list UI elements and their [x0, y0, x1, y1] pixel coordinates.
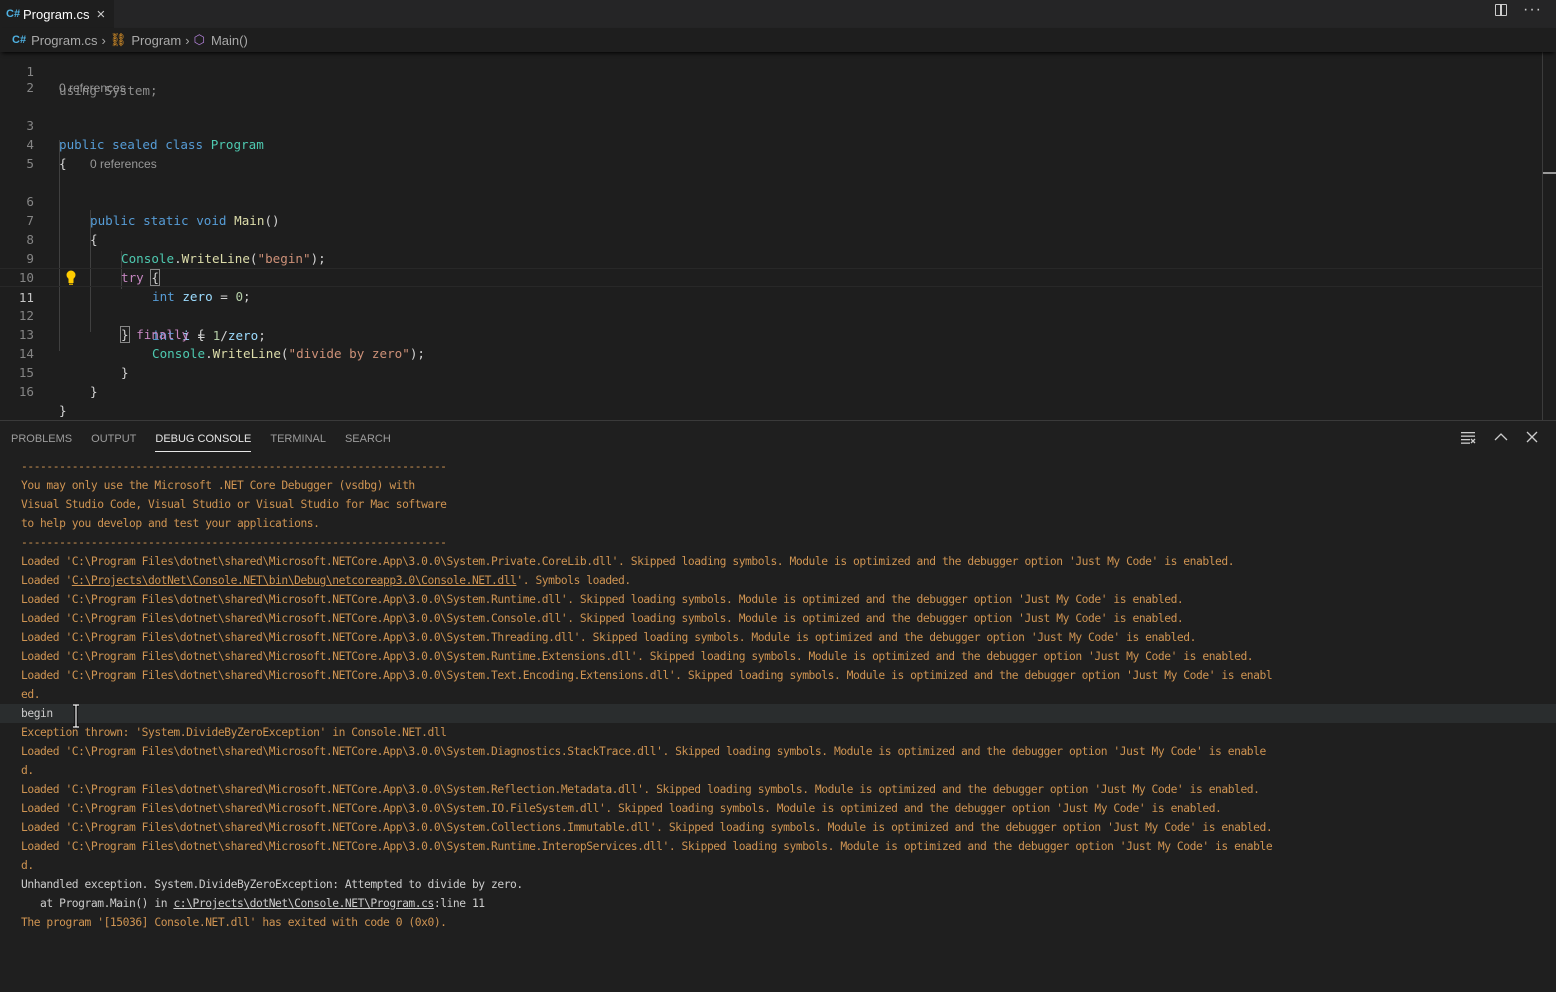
console-line: to help you develop and test your applic… [21, 517, 320, 530]
breadcrumb-label: Main() [210, 32, 248, 48]
scrollbar-thumb[interactable] [1543, 172, 1556, 174]
console-line: d. [21, 764, 34, 777]
scrollbar-track[interactable] [1542, 52, 1543, 420]
tab-program-cs[interactable]: C# Program.cs × [0, 0, 114, 28]
ellipsis-icon[interactable]: ··· [1523, 2, 1542, 18]
breadcrumb-label: Program.cs [31, 32, 98, 48]
code-editor[interactable]: 1 using System; 2 0 references 3 public … [0, 52, 1556, 420]
console-line: The program '[15036] Console.NET.dll' ha… [21, 916, 447, 929]
code-line: 13 Console.WriteLine("divide by zero"); [18, 327, 426, 361]
console-line: Exception thrown: 'System.DivideByZeroEx… [21, 726, 447, 739]
console-line: Visual Studio Code, Visual Studio or Vis… [21, 498, 447, 511]
code-line: 5 [26, 156, 34, 171]
console-line: Loaded 'C:\Program Files\dotnet\shared\M… [21, 745, 1266, 758]
console-line: Unhandled exception. System.DivideByZero… [21, 878, 523, 891]
code-line: 12 } finally { [18, 308, 205, 343]
code-line: 2 [26, 80, 34, 95]
code-line: 16 } [18, 384, 67, 418]
breadcrumb: C# Program.cs › ⛓ Program › ⬡ Main() [0, 28, 1556, 52]
breadcrumb-label: Program [131, 32, 182, 48]
lightbulb-icon[interactable] [66, 270, 76, 286]
codelens-references[interactable]: 0 references [59, 81, 126, 95]
tab-debug-console[interactable]: DEBUG CONSOLE [155, 421, 251, 457]
console-line: Loaded 'C:\Program Files\dotnet\shared\M… [21, 555, 1235, 568]
tab-output[interactable]: OUTPUT [91, 421, 136, 457]
code-line: 10 int zero = 0; [18, 270, 251, 304]
code-line: 8 Console.WriteLine("begin"); [26, 232, 326, 266]
console-line: at Program.Main() in c:\Projects\dotNet\… [0, 894, 1556, 913]
chevron-right-icon: › [185, 32, 190, 48]
tab-terminal[interactable]: TERMINAL [270, 421, 326, 457]
bottom-panel: PROBLEMS OUTPUT DEBUG CONSOLE TERMINAL S… [0, 420, 1556, 992]
code-line: 6 public static void Main() [26, 194, 280, 228]
close-tab-icon[interactable]: × [96, 6, 105, 23]
console-line: Loaded 'C:\Program Files\dotnet\shared\M… [21, 593, 1184, 606]
code-line: 14 } [18, 346, 129, 380]
console-line: ----------------------------------------… [21, 536, 447, 549]
console-line: You may only use the Microsoft .NET Core… [21, 479, 415, 492]
tab-search[interactable]: SEARCH [345, 421, 391, 457]
editor-actions: ··· [1495, 2, 1542, 18]
console-line: Loaded 'C:\Program Files\dotnet\shared\M… [21, 650, 1254, 663]
console-line: ----------------------------------------… [21, 460, 447, 473]
class-icon: ⛓ [109, 32, 127, 47]
console-line: d. [21, 859, 34, 872]
chevron-right-icon: › [101, 32, 106, 48]
console-line: Loaded 'C:\Program Files\dotnet\shared\M… [21, 669, 1273, 682]
console-line: Loaded 'C:\Program Files\dotnet\shared\M… [21, 840, 1273, 853]
code-line: 7 { [26, 213, 98, 247]
debug-console-output[interactable]: ----------------------------------------… [0, 457, 1556, 932]
file-link[interactable]: c:\Projects\dotNet\Console.NET\Program.c… [173, 897, 434, 910]
tab-problems[interactable]: PROBLEMS [11, 421, 72, 457]
panel-actions [1460, 430, 1538, 444]
console-text: '. Symbols loaded. [516, 574, 631, 587]
codelens-references[interactable]: 0 references [90, 157, 157, 171]
console-line: Loaded 'C:\Program Files\dotnet\shared\M… [21, 821, 1273, 834]
console-line: Loaded 'C:\Program Files\dotnet\shared\M… [21, 802, 1222, 815]
maximize-panel-icon[interactable] [1494, 432, 1508, 442]
console-line: Loaded 'C:\Projects\dotNet\Console.NET\b… [0, 571, 1556, 590]
console-line: ed. [21, 688, 41, 701]
console-line: Loaded 'C:\Program Files\dotnet\shared\M… [21, 631, 1196, 644]
code-line-current: 11 int i = 1/zero; [0, 268, 1542, 343]
file-link[interactable]: C:\Projects\dotNet\Console.NET\bin\Debug… [72, 574, 517, 587]
csharp-file-icon: C# [12, 34, 27, 46]
breadcrumb-item-method[interactable]: ⬡ Main() [194, 32, 248, 48]
breadcrumb-item-file[interactable]: C# Program.cs [0, 33, 98, 48]
console-line: Loaded 'C:\Program Files\dotnet\shared\M… [21, 612, 1184, 625]
code-line: 9 try { [26, 251, 160, 286]
csharp-file-icon: C# [6, 8, 21, 20]
code-line: 3 public sealed class Program [26, 118, 264, 152]
console-text: :line 11 [433, 897, 485, 910]
tab-label: Program.cs [23, 6, 90, 22]
split-editor-icon[interactable] [1495, 4, 1508, 16]
close-panel-icon[interactable] [1526, 431, 1538, 443]
method-cube-icon: ⬡ [193, 32, 205, 47]
clear-console-icon[interactable] [1460, 430, 1476, 444]
console-line: Loaded 'C:\Program Files\dotnet\shared\M… [21, 783, 1260, 796]
console-line: begin [0, 704, 1556, 728]
code-line: 4 { [26, 137, 67, 171]
editor-tab-bar: C# Program.cs × ··· [0, 0, 1556, 28]
console-text: Loaded ' [21, 574, 72, 587]
console-text: at Program.Main() in [21, 897, 174, 910]
breadcrumb-item-class[interactable]: ⛓ Program [110, 32, 181, 48]
panel-tabs: PROBLEMS OUTPUT DEBUG CONSOLE TERMINAL S… [11, 421, 391, 457]
code-line: 15 } [18, 365, 98, 399]
